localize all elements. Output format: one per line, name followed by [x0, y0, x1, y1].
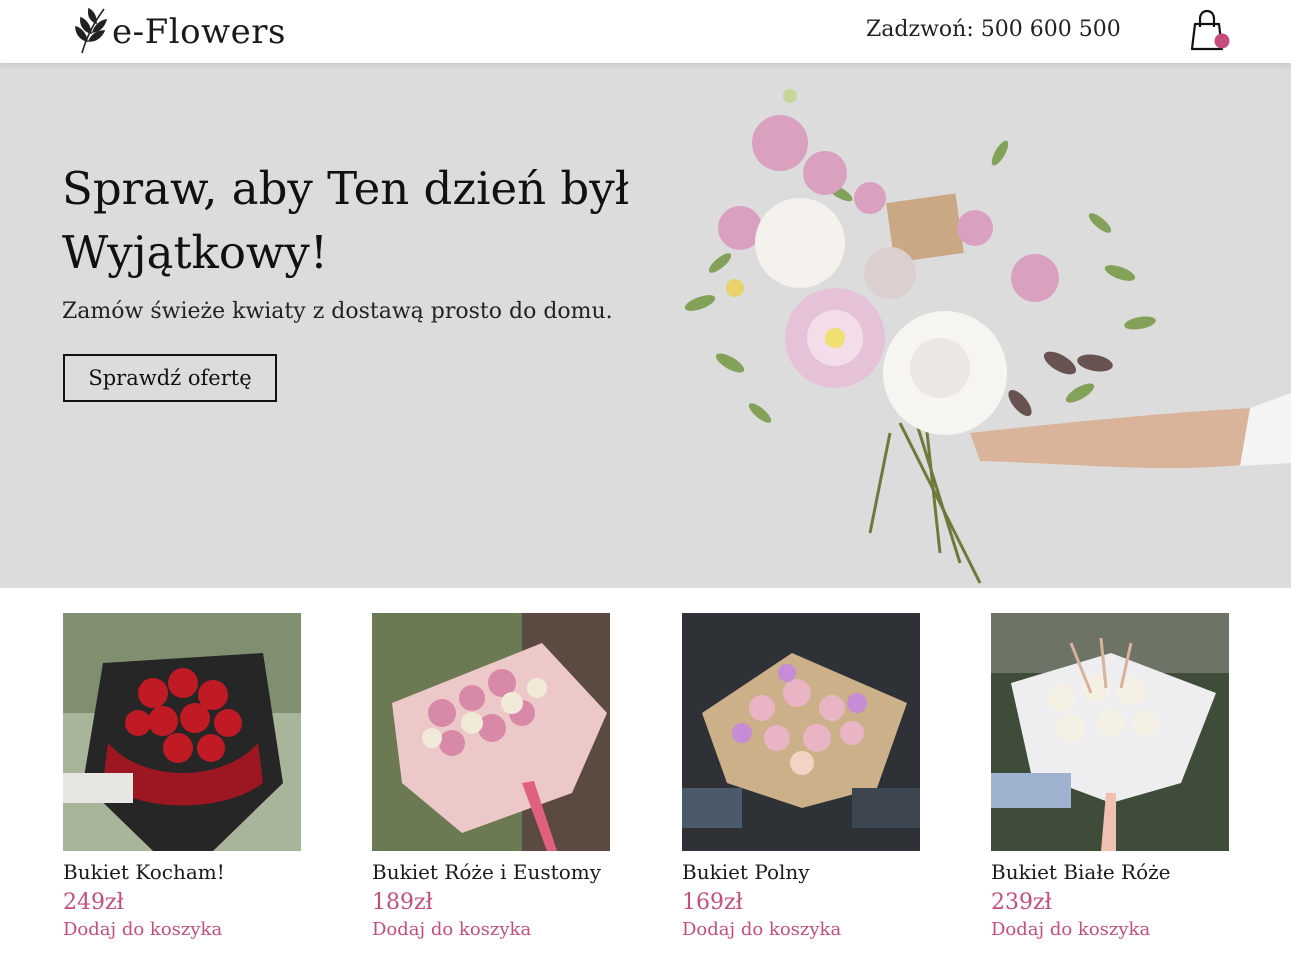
logo-text: e-Flowers [112, 12, 286, 52]
product-card: Bukiet Polny 169zł Dodaj do koszyka [682, 613, 920, 940]
cart-button[interactable] [1187, 8, 1233, 54]
shopping-bag-icon [1187, 9, 1233, 58]
product-grid: Bukiet Kocham! 249zł Dodaj do koszyka Bu… [63, 613, 1229, 953]
product-price: 239zł [991, 890, 1052, 915]
add-to-cart-button[interactable]: Dodaj do koszyka [63, 919, 222, 940]
product-card: Bukiet Białe Róże 239zł Dodaj do koszyka [991, 613, 1229, 940]
add-to-cart-button[interactable]: Dodaj do koszyka [372, 919, 531, 940]
product-name[interactable]: Bukiet Białe Róże [991, 860, 1229, 886]
product-name[interactable]: Bukiet Kocham! [63, 860, 301, 886]
product-card: Bukiet Kocham! 249zł Dodaj do koszyka [63, 613, 301, 940]
product-price: 189zł [372, 890, 433, 915]
hero-title: Spraw, aby Ten dzień był Wyjątkowy! [62, 162, 630, 279]
product-price: 169zł [682, 890, 743, 915]
logo-link[interactable]: e-Flowers [70, 6, 286, 58]
see-offer-button[interactable]: Sprawdź ofertę [63, 354, 277, 402]
hero-subtitle: Zamów świeże kwiaty z dostawą prosto do … [62, 299, 613, 324]
product-image-field-bouquet[interactable] [682, 613, 920, 851]
hero-bouquet-image [684, 89, 1291, 584]
add-to-cart-button[interactable]: Dodaj do koszyka [991, 919, 1150, 940]
add-to-cart-button[interactable]: Dodaj do koszyka [682, 919, 841, 940]
product-image-roses-eustoma[interactable] [372, 613, 610, 851]
phone-number[interactable]: Zadzwoń: 500 600 500 [866, 17, 1121, 42]
product-price: 249zł [63, 890, 124, 915]
hero-banner: Spraw, aby Ten dzień był Wyjątkowy! Zamó… [0, 63, 1291, 588]
product-image-white-roses[interactable] [991, 613, 1229, 851]
product-name[interactable]: Bukiet Róże i Eustomy [372, 860, 610, 886]
site-header: e-Flowers Zadzwoń: 500 600 500 [0, 0, 1291, 63]
product-name[interactable]: Bukiet Polny [682, 860, 920, 886]
plant-sprig-icon [70, 5, 110, 59]
product-card: Bukiet Róże i Eustomy 189zł Dodaj do kos… [372, 613, 610, 940]
product-image-red-roses[interactable] [63, 613, 301, 851]
